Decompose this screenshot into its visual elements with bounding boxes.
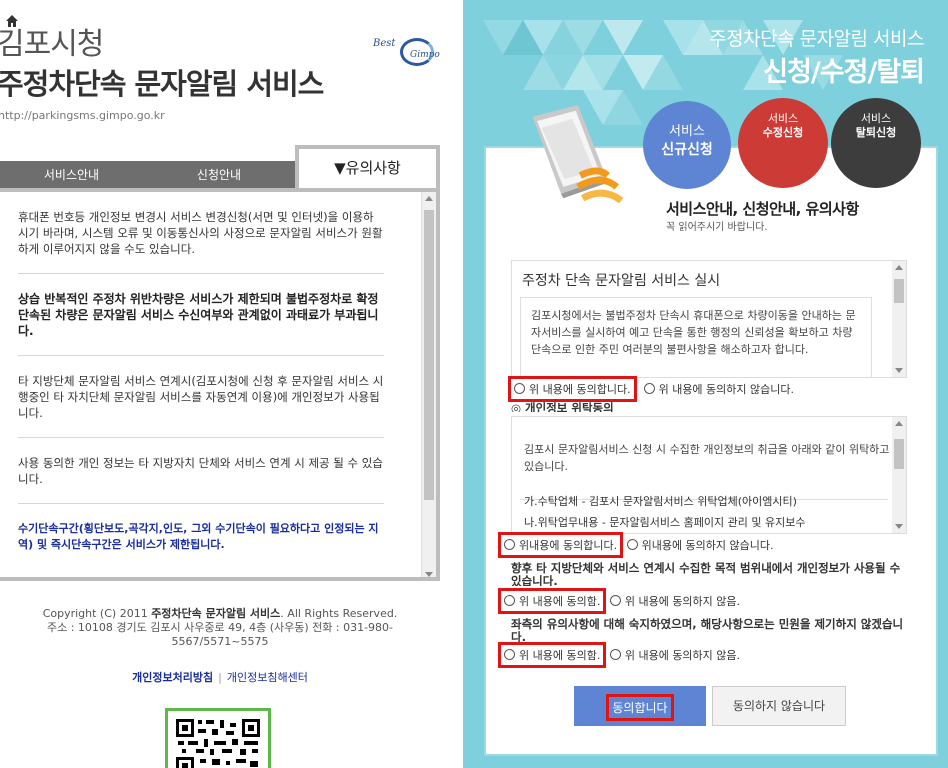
notice-item: 수기단속구간(횡단보도,곡각지,인도, 그외 수기단속이 필요하다고 인정되는 … — [18, 522, 379, 551]
section-partner-sharing: 향후 타 지방단체와 서비스 연계시 수집한 목적 범위내에서 개인정보가 사용… — [511, 562, 901, 586]
home-icon[interactable] — [5, 14, 19, 28]
tab-apply-info[interactable]: 신청안내 — [143, 161, 295, 189]
agree-label-3[interactable]: 위 내용에 동의함. — [519, 595, 600, 608]
terms-item: 가.수탁업체 - 김포시 문자알림서비스 위탁업체(아이엠시티) — [524, 495, 797, 508]
agree-button-highlight: 동의합니다 — [606, 694, 674, 721]
scroll-thumb[interactable] — [894, 439, 904, 469]
terms-body: 김포시 문자알림서비스 신청 시 수집한 개인정보의 취급을 아래와 같이 위탁… — [524, 443, 890, 473]
scroll-up-icon[interactable] — [895, 265, 903, 270]
header-subtitle: 주정차단속 문자알림 서비스 — [709, 28, 924, 50]
circle-bottom-label: 탈퇴신청 — [855, 126, 897, 139]
copyright-pre: Copyright (C) 2011 — [42, 607, 152, 620]
scroll-down-icon[interactable] — [425, 572, 433, 577]
logo-gimpo-text: Gimpo — [410, 50, 440, 60]
notice-box: 휴대폰 번호등 개인정보 변경시 서비스 변경신청(서면 및 인터넷)을 이용하… — [0, 188, 440, 581]
agree-highlight: 위 내용에 동의함. — [498, 588, 607, 614]
circle-bottom-label: 신규신청 — [661, 142, 713, 158]
disagree-button[interactable]: 동의하지 않습니다 — [712, 686, 846, 726]
circle-top-label: 서비스 — [860, 112, 892, 125]
agree-radio-3[interactable] — [504, 595, 515, 606]
disagree-label-2[interactable]: 위내용에 동의하지 않습니다. — [642, 539, 774, 552]
logo-best-text: Best — [373, 38, 396, 49]
header-title: 신청/수정/탈퇴 — [763, 57, 925, 88]
scroll-up-icon[interactable] — [425, 196, 433, 201]
footer-address: 주소 : 10108 경기도 김포시 사우중로 49, 4층 (사우동) 전화 … — [46, 621, 394, 648]
disagree-label-4[interactable]: 위 내용에 동의하지 않음. — [625, 649, 740, 662]
agree-button-label: 동의합니다 — [612, 701, 668, 715]
circle-bottom-label: 수정신청 — [762, 126, 804, 139]
terms-scrollbar[interactable] — [892, 417, 906, 533]
copyright-post: . All Rights Reserved. — [280, 607, 398, 620]
agree-highlight: 위내용에 동의합니다. — [498, 532, 624, 558]
agree-radio-1[interactable] — [514, 383, 525, 394]
disagree-label-3[interactable]: 위 내용에 동의하지 않음. — [625, 595, 740, 608]
circle-top-label: 서비스 — [669, 124, 705, 139]
agree-label-2[interactable]: 위내용에 동의합니다. — [519, 539, 617, 552]
disagree-radio-2[interactable] — [626, 539, 638, 550]
agree-radio-2[interactable] — [504, 539, 515, 550]
terms-body: 김포시청에서는 불법주정차 단속시 휴대폰으로 차량이동을 안내하는 문자서비스… — [520, 297, 872, 377]
section-privacy-outsourcing: ◎ 개인정보 위탁동의 — [511, 402, 614, 412]
terms-heading: 주정차 단속 문자알림 서비스 실시 — [522, 273, 721, 289]
city-name: 김포시청 — [0, 27, 104, 62]
footer-copyright: Copyright (C) 2011 주정차단속 문자알림 서비스. All R… — [0, 607, 440, 649]
terms-item: 나.위탁업무내용 - 문자알림서비스 홈페이지 관리 및 유지보수 — [524, 516, 806, 529]
scroll-down-icon[interactable] — [895, 368, 903, 373]
agree-label-1[interactable]: 위 내용에 동의합니다. — [529, 383, 631, 396]
consent-row-4: 위 내용에 동의함. 위 내용에 동의하지 않음. — [498, 642, 740, 668]
withdraw-application-circle[interactable]: 서비스 탈퇴신청 — [831, 98, 921, 188]
site-url: http://parkingsms.gimpo.go.kr — [0, 109, 165, 122]
privacy-policy-link[interactable]: 개인정보처리방침 — [132, 671, 213, 684]
notice-item: 사용 동의한 개인 정보는 타 지방자치 단체와 서비스 연계 시 제공 될 수… — [18, 438, 384, 504]
agree-highlight: 위 내용에 동의함. — [498, 642, 607, 668]
phone-wifi-icon — [532, 105, 624, 204]
outsourcing-terms-box: 김포시 문자알림서비스 신청 시 수집한 개인정보의 취급을 아래와 같이 위탁… — [511, 416, 907, 534]
link-separator: | — [218, 671, 222, 684]
notice-item: 상습 반복적인 주정차 위반차량은 서비스가 제한되며 불법주정차로 확정단속된… — [18, 274, 384, 356]
notice-list: 휴대폰 번호등 개인정보 변경시 서비스 변경신청(서면 및 인터넷)을 이용하… — [0, 192, 418, 569]
tab-service-info[interactable]: 서비스안내 — [0, 161, 143, 189]
qr-code-icon — [174, 717, 262, 768]
card-title: 서비스안내, 신청안내, 유의사항 — [666, 200, 859, 218]
terms-scrollbar[interactable] — [892, 261, 906, 377]
new-application-circle[interactable]: 서비스 신규신청 — [643, 101, 731, 189]
notice-item: 타 지방단체 문자알림 서비스 연계시(김포시청에 신청 후 문자알림 서비스 … — [18, 356, 384, 438]
notice-scrollbar[interactable] — [421, 192, 436, 577]
agree-highlight: 위 내용에 동의합니다. — [508, 376, 637, 402]
info-tabs: 서비스안내 신청안내 ▼유의사항 — [0, 145, 440, 192]
disagree-radio-3[interactable] — [609, 595, 621, 606]
service-name: 주정차단속 문자알림 서비스 — [0, 67, 324, 101]
copyright-name: 주정차단속 문자알림 서비스 — [151, 607, 281, 620]
scroll-thumb[interactable] — [894, 279, 904, 303]
consent-row-1: 위 내용에 동의합니다. 위 내용에 동의하지 않습니다. — [508, 376, 794, 402]
best-gimpo-logo: Best Gimpo — [370, 36, 445, 70]
apply-card: 서비스안내, 신청안내, 유의사항 꼭 읽어주시기 바랍니다. 주정차 단속 문… — [484, 105, 938, 756]
privacy-report-link[interactable]: 개인정보침해센터 — [227, 671, 308, 684]
consent-row-3: 위 내용에 동의함. 위 내용에 동의하지 않음. — [498, 588, 740, 614]
notice-item: 휴대폰 번호등 개인정보 변경시 서비스 변경신청(서면 및 인터넷)을 이용하… — [18, 192, 384, 274]
section-notice-ack: 좌측의 유의사항에 대해 숙지하였으며, 해당사항으로는 민원을 제기하지 않겠… — [511, 618, 904, 642]
card-subtitle: 꼭 읽어주시기 바랍니다. — [666, 222, 768, 233]
agree-button[interactable]: 동의합니다 — [574, 686, 706, 726]
scroll-up-icon[interactable] — [895, 421, 903, 426]
right-apply-panel: 주정차단속 문자알림 서비스 신청/수정/탈퇴 서비스안내, 신청안내, 유의사… — [463, 0, 948, 768]
service-terms-box: 주정차 단속 문자알림 서비스 실시 김포시청에서는 불법주정차 단속시 휴대폰… — [511, 260, 907, 378]
consent-row-2: 위내용에 동의합니다. 위내용에 동의하지 않습니다. — [498, 532, 774, 558]
footer-links: 개인정보처리방침 | 개인정보침해센터 — [0, 669, 440, 685]
agree-label-4[interactable]: 위 내용에 동의함. — [519, 649, 600, 662]
agree-radio-4[interactable] — [504, 649, 515, 660]
scroll-down-icon[interactable] — [895, 524, 903, 529]
disagree-radio-1[interactable] — [643, 383, 655, 394]
disagree-radio-4[interactable] — [609, 649, 621, 660]
circle-top-label: 서비스 — [767, 112, 799, 125]
modify-application-circle[interactable]: 서비스 수정신청 — [738, 98, 828, 188]
tab-notice[interactable]: ▼유의사항 — [295, 145, 440, 192]
left-info-panel: 김포시청 주정차단속 문자알림 서비스 http://parkingsms.gi… — [0, 0, 463, 768]
qr-code — [165, 708, 271, 768]
scroll-thumb[interactable] — [424, 210, 434, 500]
disagree-label-1[interactable]: 위 내용에 동의하지 않습니다. — [659, 383, 794, 396]
page-root: 김포시청 주정차단속 문자알림 서비스 http://parkingsms.gi… — [0, 0, 948, 768]
